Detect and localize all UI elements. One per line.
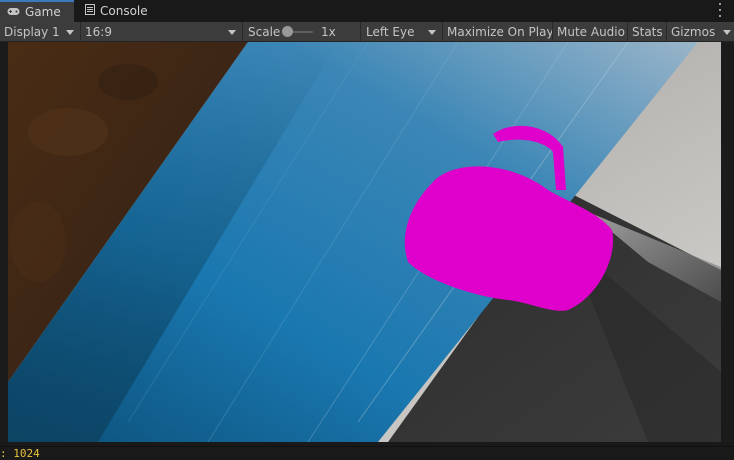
gizmos-label: Gizmos xyxy=(671,25,716,39)
tab-game-label: Game xyxy=(25,5,61,19)
maximize-on-play-toggle[interactable]: Maximize On Play xyxy=(442,22,554,42)
tab-game[interactable]: Game xyxy=(0,0,74,22)
viewport-right-border xyxy=(721,42,734,442)
gamepad-icon xyxy=(7,5,20,19)
gizmos-dropdown[interactable]: Gizmos xyxy=(666,22,734,42)
tab-bar: Game Console xyxy=(0,0,734,22)
viewport-left-border xyxy=(0,42,8,442)
eye-dropdown[interactable]: Left Eye xyxy=(360,22,442,42)
scale-slider-handle[interactable] xyxy=(282,26,293,37)
display-dropdown[interactable]: Display 1 xyxy=(0,22,80,42)
maximize-label: Maximize On Play xyxy=(447,25,554,39)
chevron-down-icon xyxy=(66,30,74,35)
tab-console-label: Console xyxy=(100,4,148,18)
game-toolbar: Display 1 16:9 Scale 1x Left Eye Maximiz… xyxy=(0,22,734,42)
aspect-dropdown[interactable]: 16:9 xyxy=(80,22,242,42)
scale-value: 1x xyxy=(321,25,336,39)
more-options-icon[interactable] xyxy=(718,3,722,17)
tab-console[interactable]: Console xyxy=(78,0,158,22)
stats-toggle[interactable]: Stats xyxy=(627,22,666,42)
eye-value: Left Eye xyxy=(366,25,415,39)
game-render xyxy=(8,42,721,442)
game-viewport[interactable] xyxy=(8,42,721,442)
chevron-down-icon xyxy=(228,30,236,35)
scale-label: Scale xyxy=(248,25,281,39)
mute-audio-toggle[interactable]: Mute Audio xyxy=(552,22,627,42)
mute-label: Mute Audio xyxy=(557,25,625,39)
status-bar: : 1024 xyxy=(0,446,734,460)
scale-control: Scale 1x xyxy=(242,22,360,42)
stats-label: Stats xyxy=(632,25,663,39)
chevron-down-icon xyxy=(428,30,436,35)
aspect-value: 16:9 xyxy=(85,25,112,39)
display-value: Display 1 xyxy=(4,25,60,39)
console-icon xyxy=(85,4,95,18)
chevron-down-icon xyxy=(723,30,731,35)
status-text: : 1024 xyxy=(0,447,40,460)
